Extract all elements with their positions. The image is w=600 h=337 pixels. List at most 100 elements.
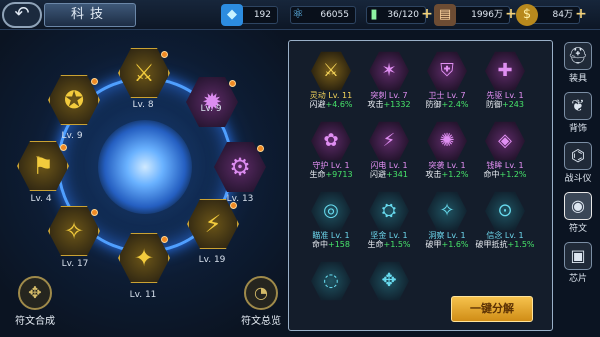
back-button[interactable]: ↶ (2, 2, 42, 28)
rune-level: Lv. 19 (198, 255, 226, 265)
rune-item-stat: 攻击+1.2% (425, 170, 469, 179)
rune-level: Lv. 8 (132, 100, 154, 110)
page-title: 科技 (44, 3, 136, 27)
rune-slot[interactable]: ✧ (48, 205, 100, 257)
resource-battery: ▮ 36/120 + (366, 6, 433, 24)
upgrade-dot (229, 80, 236, 87)
rune-item-name: 闪电 Lv. 1 (370, 161, 408, 170)
coin-icon: $ (516, 4, 538, 26)
resource-value: 66055 (320, 10, 349, 20)
rune-item-stat: 生命+9713 (309, 170, 353, 179)
atom-icon: ⚛ (292, 7, 304, 22)
rune-item[interactable]: ✧ 洞察 Lv. 1 破甲+1.6% (417, 191, 477, 259)
rune-slot[interactable]: ✹ (186, 76, 238, 128)
rune-item[interactable]: ⛭ 坚金 Lv. 1 生命+1.5% (359, 191, 419, 259)
rune-item-icon: ✧ (427, 191, 467, 231)
rune-item[interactable]: ◌ (301, 261, 361, 329)
upgrade-dot (91, 78, 98, 85)
rune-item-name: 瞄准 Lv. 1 (312, 231, 350, 240)
resource-diamond: ◆ 192 (221, 4, 278, 26)
rune-item-icon: ✥ (369, 261, 409, 301)
add-battery-button[interactable]: + (419, 6, 435, 22)
rune-item-name: 灵动 Lv. 11 (309, 91, 353, 100)
upgrade-dot (91, 209, 98, 216)
rune-slot[interactable]: ⚔ (118, 47, 170, 99)
rune-item-name: 信念 Lv. 1 (486, 231, 524, 240)
rune-item[interactable]: ✥ (359, 261, 419, 329)
rune-item-bonus: +4.6% (325, 100, 353, 109)
rune-item-stat: 攻击+1332 (367, 100, 411, 109)
sidebar-tab-label: 符文 (568, 224, 587, 234)
rune-item-name: 钱眸 Lv. 1 (486, 161, 524, 170)
rune-item-name: 卫士 Lv. 7 (428, 91, 466, 100)
rune-item[interactable]: ◈ 钱眸 Lv. 1 命中+1.2% (475, 121, 535, 189)
chip-icon: ▣ (564, 242, 592, 270)
rune-item[interactable]: ◎ 瞄准 Lv. 1 命中+158 (301, 191, 361, 259)
sidebar-tab-label: 战斗仪 (564, 174, 592, 184)
upgrade-dot (60, 144, 67, 151)
rune-item-bonus: +1.6% (441, 240, 469, 249)
rune-item[interactable]: ⛨ 卫士 Lv. 7 防御+2.4% (417, 51, 477, 119)
rune-item-bonus: +1.5% (507, 240, 535, 249)
add-coin-button[interactable]: + (573, 6, 589, 22)
sidebar-tab-label: 装具 (568, 74, 587, 84)
resource-value: 192 (253, 10, 271, 20)
rune-inventory-panel: ⚔ 灵动 Lv. 11 闪避+4.6% ✶ 突刺 Lv. 7 攻击+1332 ⛨ 卫士 Lv.… (288, 40, 553, 331)
rune-slot[interactable]: ✦ (118, 232, 170, 284)
sidebar-tab-1[interactable]: ⛑ 装具 (560, 42, 596, 86)
rune-item-name: 洞察 Lv. 1 (428, 231, 466, 240)
resource-value: 84万 (552, 10, 573, 20)
rune-item-name: 先驱 Lv. 1 (486, 91, 524, 100)
upgrade-dot (230, 202, 237, 209)
rune-item[interactable]: ✚ 先驱 Lv. 1 防御+243 (475, 51, 535, 119)
rune-item-icon: ⛨ (427, 51, 467, 91)
one-click-decompose-button[interactable]: 一键分解 (451, 296, 533, 322)
rune-item-icon: ✶ (369, 51, 409, 91)
rune-item-icon: ⊙ (485, 191, 525, 231)
upgrade-dot (161, 51, 168, 58)
device-icon: ⌬ (564, 142, 592, 170)
rune-item-stat: 防御+243 (486, 100, 524, 109)
rune-item[interactable]: ⊙ 信念 Lv. 1 破甲抵抗+1.5% (475, 191, 535, 259)
resource-value: 1996万 (471, 10, 503, 20)
rune-slot[interactable]: ⚡ (187, 198, 239, 250)
rune-item-stat: 破甲抵抗+1.5% (475, 240, 535, 249)
sidebar-tab-4[interactable]: ◉ 符文 (560, 192, 596, 236)
rune-item[interactable]: ✺ 突袭 Lv. 1 攻击+1.2% (417, 121, 477, 189)
back-arrow-icon: ↶ (14, 3, 30, 24)
rune-compose-button[interactable]: ✥ 符文合成 (4, 276, 66, 336)
rune-item-bonus: +1.2% (441, 170, 469, 179)
rune-level: Lv. 9 (61, 131, 83, 141)
rune-item[interactable]: ✶ 突刺 Lv. 7 攻击+1332 (359, 51, 419, 119)
rune-item-icon: ⛭ (369, 191, 409, 231)
rune-item-bonus: +1.2% (499, 170, 527, 179)
sidebar-tab-2[interactable]: ❦ 背饰 (560, 92, 596, 136)
stack-icon: ▤ (434, 4, 456, 26)
rune-slot[interactable]: ⚙ (214, 141, 266, 193)
top-bar: ↶ 科技 ◆ 192 ⚛ 66055 ▮ 36/120 + ▤ 1996万 + … (0, 0, 600, 30)
rune-level: Lv. 4 (30, 194, 52, 204)
rune-item-icon: ✺ (427, 121, 467, 161)
compose-icon: ✥ (18, 276, 52, 310)
rune-item-bonus: +158 (328, 240, 350, 249)
resource-value: 36/120 (387, 10, 419, 20)
rune-level: Lv. 9 (200, 104, 222, 114)
rune-item-name: 突袭 Lv. 1 (428, 161, 466, 170)
sidebar-tab-label: 背饰 (568, 124, 587, 134)
rune-item[interactable]: ⚡ 闪电 Lv. 1 闪避+341 (359, 121, 419, 189)
rune-item-stat: 闪避+4.6% (309, 100, 353, 109)
rune-item-icon: ⚡ (369, 121, 409, 161)
wing-icon: ❦ (564, 92, 592, 120)
rune-item[interactable]: ✿ 守护 Lv. 1 生命+9713 (301, 121, 361, 189)
upgrade-dot (161, 236, 168, 243)
rune-item[interactable]: ⚔ 灵动 Lv. 11 闪避+4.6% (301, 51, 361, 119)
rune-item-name: 守护 Lv. 1 (312, 161, 350, 170)
rune-item-bonus: +9713 (325, 170, 353, 179)
rune-slot[interactable]: ✪ (48, 74, 100, 126)
rune-item-icon: ⚔ (311, 51, 351, 91)
rune-item-name: 坚金 Lv. 1 (370, 231, 408, 240)
sidebar-tab-5[interactable]: ▣ 芯片 (560, 242, 596, 286)
rune-overview-button[interactable]: ◔ 符文总览 (230, 276, 292, 336)
rune-slot[interactable]: ⚑ (17, 140, 69, 192)
sidebar-tab-3[interactable]: ⌬ 战斗仪 (560, 142, 596, 186)
